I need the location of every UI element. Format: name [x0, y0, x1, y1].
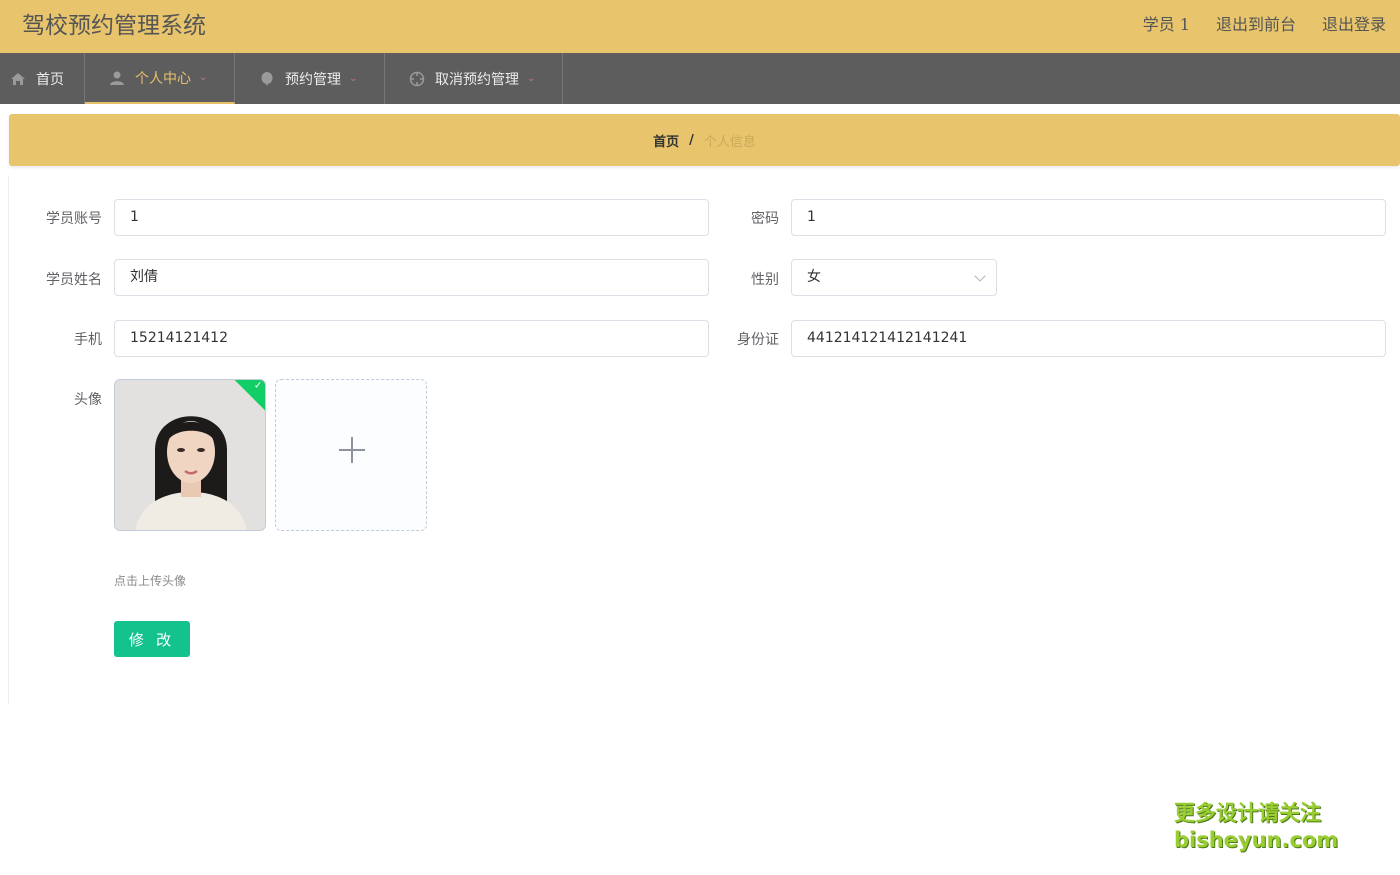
chevron-down-icon: ⌄	[199, 72, 208, 83]
front-page-link[interactable]: 退出到前台	[1216, 11, 1296, 35]
phone-input[interactable]: 15214121412	[114, 320, 709, 357]
name-label: 学员姓名	[46, 272, 102, 288]
breadcrumb-separator: /	[689, 132, 694, 148]
nav-item-personal-center[interactable]: 个人中心 ⌄	[85, 53, 235, 104]
avatar-photo	[115, 380, 265, 530]
watermark-line2: bisheyun.com	[1174, 828, 1339, 852]
submit-edit-button[interactable]: 修 改	[114, 621, 190, 657]
upload-tip: 点击上传头像	[114, 574, 187, 588]
user-icon	[110, 71, 124, 85]
balloon-icon	[261, 71, 273, 86]
account-input[interactable]: 1	[114, 199, 709, 236]
phone-label: 手机	[74, 332, 102, 348]
nav-label-booking: 预约管理	[285, 71, 341, 88]
current-user: 学员 1	[1142, 15, 1190, 34]
top-header: 驾校预约管理系统 学员 1 退出到前台 退出登录	[0, 0, 1400, 53]
account-label: 学员账号	[46, 211, 102, 227]
breadcrumb: 首页 / 个人信息	[9, 114, 1400, 166]
gender-value: 女	[807, 269, 821, 285]
chevron-down-icon: ⌄	[349, 73, 358, 84]
gender-label: 性别	[751, 272, 779, 288]
chevron-down-icon: ⌄	[527, 73, 536, 84]
breadcrumb-home[interactable]: 首页	[653, 131, 679, 150]
nav-label-home: 首页	[36, 71, 64, 88]
plus-icon	[339, 437, 365, 463]
name-input[interactable]: 刘倩	[114, 259, 709, 296]
watermark-line1: 更多设计请关注	[1174, 801, 1321, 825]
header-links: 学员 1 退出到前台 退出登录	[1143, 11, 1386, 35]
chevron-down-icon	[974, 270, 986, 282]
site-watermark: 更多设计请关注 bisheyun.com	[1174, 800, 1338, 854]
nav-label-personal-center: 个人中心	[135, 70, 191, 87]
gender-select[interactable]: 女	[791, 259, 997, 296]
avatar[interactable]: ✓	[114, 379, 266, 531]
avatar-label: 头像	[74, 392, 102, 408]
breadcrumb-current: 个人信息	[703, 134, 756, 150]
id-card-label: 身份证	[737, 332, 779, 348]
nav-item-cancel-booking[interactable]: 取消预约管理 ⌄	[385, 53, 563, 104]
target-icon	[409, 71, 425, 86]
nav-item-home[interactable]: 首页	[0, 53, 85, 104]
nav-item-booking[interactable]: 预约管理 ⌄	[235, 53, 385, 104]
id-card-input[interactable]: 441214121412141241	[791, 320, 1386, 357]
main-nav: 首页 个人中心 ⌄ 预约管理 ⌄ 取消预约管理 ⌄	[0, 53, 1400, 104]
password-input[interactable]: 1	[791, 199, 1386, 236]
avatar-upload-button[interactable]	[275, 379, 427, 531]
home-icon	[11, 72, 25, 85]
check-icon: ✓	[253, 380, 263, 392]
profile-form: 学员账号 1 密码 1 学员姓名 刘倩 性别 女 手机 15214121412 …	[9, 176, 1400, 704]
password-label: 密码	[751, 211, 779, 227]
app-title: 驾校预约管理系统	[22, 13, 206, 39]
logout-link[interactable]: 退出登录	[1322, 11, 1386, 35]
nav-label-cancel-booking: 取消预约管理	[435, 71, 519, 88]
